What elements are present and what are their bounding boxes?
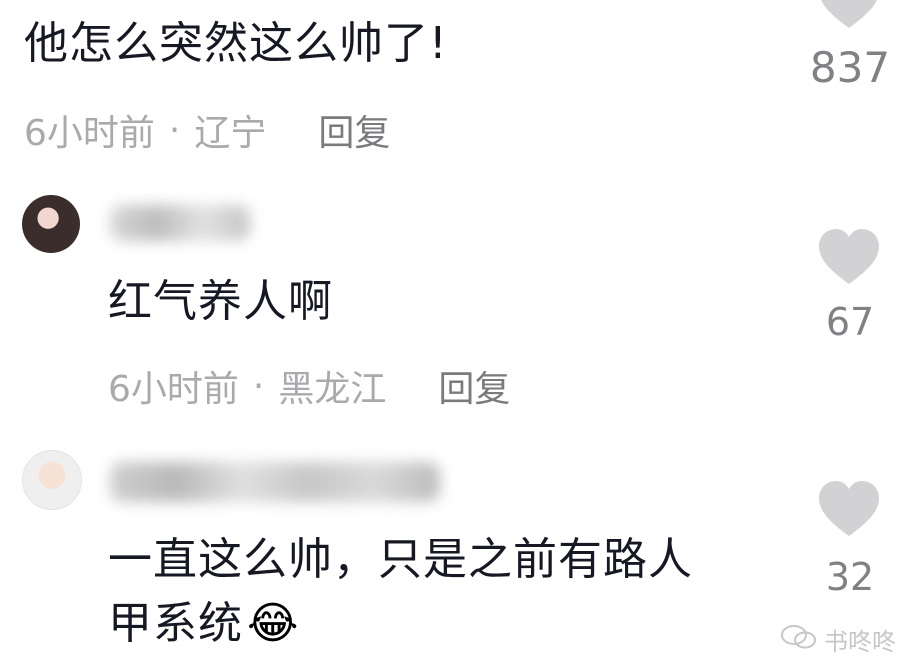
meta-separator: · xyxy=(168,109,181,151)
wechat-icon xyxy=(780,624,818,656)
like-count: 67 xyxy=(825,300,875,344)
comment-location: 黑龙江 xyxy=(278,369,387,410)
like-count: 32 xyxy=(825,555,875,599)
watermark-text: 书咚咚 xyxy=(824,628,896,656)
comment-meta: 6小时前 · 黑龙江 回复 xyxy=(108,360,510,412)
reply-button[interactable]: 回复 xyxy=(318,104,390,156)
like-heart-icon[interactable] xyxy=(817,480,881,538)
like-count: 837 xyxy=(809,43,891,92)
laughing-emoji-icon: 😂 xyxy=(247,598,299,650)
meta-separator: · xyxy=(252,365,265,407)
comment-location: 辽宁 xyxy=(194,113,267,154)
comment-text: 甲系统 xyxy=(108,598,243,649)
like-heart-icon[interactable] xyxy=(817,228,881,286)
comment-text: 红气养人啊 xyxy=(108,276,333,327)
avatar[interactable] xyxy=(22,450,82,510)
comment-text-line2: 甲系统 😂 xyxy=(108,598,298,651)
comment-meta: 6小时前 · 辽宁 回复 xyxy=(24,104,390,156)
like-heart-icon[interactable] xyxy=(817,0,881,30)
comment-time: 6小时前 xyxy=(24,113,155,154)
username-redacted[interactable] xyxy=(110,205,250,241)
watermark: 书咚咚 xyxy=(780,622,896,657)
comment-time: 6小时前 xyxy=(108,369,239,410)
username-redacted[interactable] xyxy=(110,462,440,502)
comment-text: 一直这么帅，只是之前有路人 xyxy=(108,534,693,585)
comment-text: 他怎么突然这么帅了! xyxy=(24,18,448,69)
avatar[interactable] xyxy=(22,195,80,253)
reply-button[interactable]: 回复 xyxy=(438,360,510,412)
